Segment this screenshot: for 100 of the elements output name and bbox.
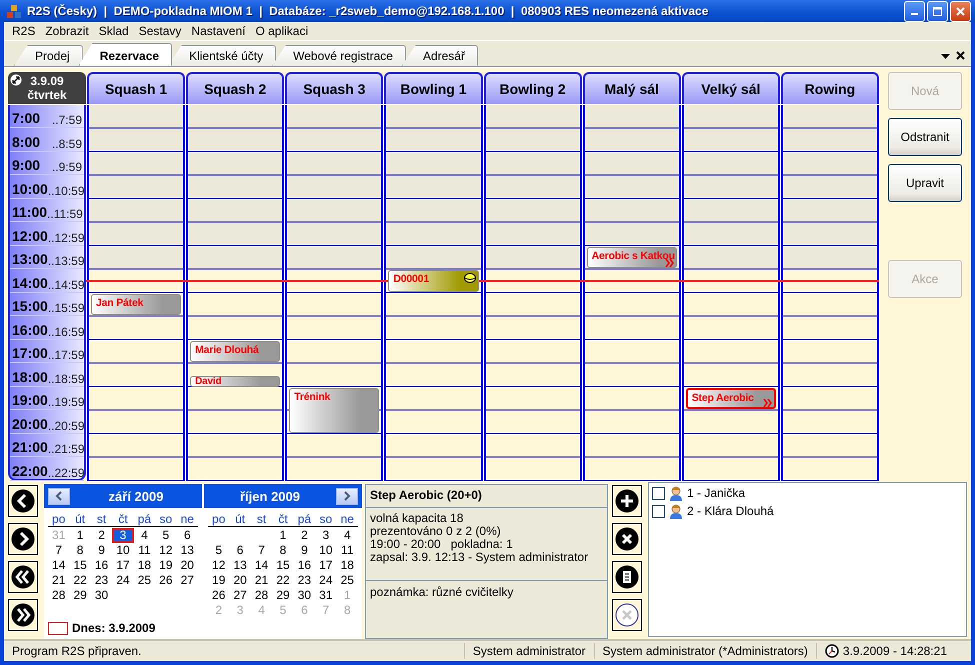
- maximize-button[interactable]: [927, 0, 948, 22]
- menu-item[interactable]: Sestavy: [134, 24, 186, 38]
- next-button[interactable]: [8, 523, 38, 556]
- calendar-day[interactable]: 15: [69, 558, 91, 574]
- menu-item[interactable]: Nastavení: [186, 24, 250, 38]
- calendar-day[interactable]: 9: [294, 543, 316, 558]
- calendar-day[interactable]: 7: [48, 543, 70, 558]
- status-clock: 3.9.2009 - 14:28:21: [842, 643, 947, 660]
- today-link[interactable]: Dnes: 3.9.2009: [72, 621, 156, 636]
- calendar-day[interactable]: 19: [155, 558, 177, 574]
- fast-forward-button[interactable]: [8, 599, 38, 632]
- calendar-day[interactable]: 8: [272, 543, 294, 558]
- calendar-day[interactable]: 15: [272, 558, 294, 574]
- calendar-day[interactable]: 14: [250, 558, 272, 574]
- calendar-day[interactable]: 5: [208, 543, 230, 558]
- tab[interactable]: Rezervace: [78, 42, 172, 66]
- calendar-day[interactable]: 18: [336, 558, 358, 574]
- tab[interactable]: Adresář: [402, 44, 478, 66]
- column-header: Squash 2: [186, 72, 284, 104]
- previous-month-button[interactable]: [48, 488, 70, 505]
- calendar-day[interactable]: 10: [315, 543, 337, 558]
- menu-item[interactable]: R2S: [7, 24, 40, 38]
- document-button[interactable]: [612, 561, 642, 594]
- calendar-day[interactable]: 21: [250, 573, 272, 588]
- calendar-day[interactable]: 3: [315, 528, 337, 544]
- add-button[interactable]: [612, 485, 642, 518]
- calendar-day[interactable]: 26: [155, 573, 177, 588]
- calendar-day[interactable]: 29: [272, 588, 294, 604]
- calendar-day[interactable]: 10: [112, 543, 134, 558]
- calendar-day[interactable]: 30: [90, 588, 112, 604]
- calendar-day[interactable]: 23: [90, 573, 112, 588]
- calendar-day[interactable]: 23: [294, 573, 316, 588]
- calendar-day[interactable]: 1: [69, 528, 91, 544]
- attendee-name[interactable]: 2 - Klára Dlouhá: [687, 504, 774, 518]
- calendar-day[interactable]: 6: [176, 528, 198, 544]
- tab[interactable]: Webové registrace: [272, 44, 406, 66]
- close-icon[interactable]: [956, 50, 965, 60]
- calendar-day[interactable]: 11: [134, 543, 156, 558]
- calendar-day[interactable]: 6: [229, 543, 251, 558]
- calendar-day[interactable]: 19: [208, 573, 230, 588]
- calendar-day[interactable]: 4: [336, 528, 358, 544]
- calendar-day[interactable]: 18: [134, 558, 156, 574]
- calendar-day[interactable]: 11: [336, 543, 358, 558]
- calendar-day[interactable]: 17: [315, 558, 337, 574]
- calendar-day[interactable]: 27: [176, 573, 198, 588]
- calendar-day[interactable]: 16: [294, 558, 316, 574]
- rewind-button[interactable]: [8, 561, 38, 594]
- previous-button[interactable]: [8, 485, 38, 518]
- calendar-day[interactable]: 30: [294, 588, 316, 604]
- calendar-day[interactable]: 8: [69, 543, 91, 558]
- column-header: Squash 3: [285, 72, 384, 104]
- attendee-name[interactable]: 1 - Janička: [687, 486, 746, 500]
- calendar-day[interactable]: 13: [176, 543, 198, 558]
- calendar-day[interactable]: 12: [155, 543, 177, 558]
- maximize-icon: [933, 6, 942, 16]
- hour-label: 18:00: [12, 368, 48, 386]
- calendar-day[interactable]: 20: [176, 558, 198, 574]
- menu-item[interactable]: Sklad: [94, 24, 134, 38]
- menu-item[interactable]: O aplikaci: [250, 24, 314, 38]
- minimize-button[interactable]: [904, 0, 925, 22]
- calendar-day[interactable]: 2: [90, 528, 112, 544]
- hour-label: 13:00: [12, 250, 48, 268]
- menu-item[interactable]: Zobrazit: [40, 24, 94, 38]
- close-button[interactable]: [950, 0, 971, 22]
- calendar-day[interactable]: 9: [90, 543, 112, 558]
- calendar-day[interactable]: 26: [208, 588, 230, 604]
- next-month-button[interactable]: [336, 488, 358, 505]
- checkbox[interactable]: [652, 486, 665, 500]
- calendar-day[interactable]: 16: [90, 558, 112, 574]
- calendar-day[interactable]: 22: [69, 573, 91, 588]
- tab[interactable]: Prodej: [14, 44, 83, 66]
- calendar-day[interactable]: 22: [272, 573, 294, 588]
- checkbox[interactable]: [652, 504, 665, 518]
- calendar-day[interactable]: 29: [69, 588, 91, 604]
- calendar-day[interactable]: 1: [272, 528, 294, 544]
- calendar-day[interactable]: 24: [112, 573, 134, 588]
- calendar-day[interactable]: 24: [315, 573, 337, 588]
- calendar-day[interactable]: 13: [229, 558, 251, 574]
- calendar-day[interactable]: 20: [229, 573, 251, 588]
- calendar-day[interactable]: 14: [48, 558, 70, 574]
- caret-icon[interactable]: [941, 54, 950, 60]
- calendar-day[interactable]: 4: [134, 528, 156, 544]
- calendar-day[interactable]: 27: [229, 588, 251, 604]
- action-button[interactable]: Upravit: [888, 164, 962, 202]
- calendar-day[interactable]: 28: [48, 588, 70, 604]
- calendar-day[interactable]: 2: [294, 528, 316, 544]
- calendar-day[interactable]: 21: [48, 573, 70, 588]
- remove-button[interactable]: [612, 523, 642, 556]
- calendar-day[interactable]: 5: [155, 528, 177, 544]
- expand-icon[interactable]: [10, 74, 22, 86]
- calendar-day[interactable]: 7: [250, 543, 272, 558]
- calendar-day[interactable]: 12: [208, 558, 230, 574]
- calendar-day[interactable]: 25: [134, 573, 156, 588]
- calendar-day[interactable]: 25: [336, 573, 358, 588]
- calendar-day[interactable]: 3: [112, 528, 134, 544]
- calendar-day[interactable]: 31: [315, 588, 337, 604]
- coin-icon: [464, 273, 476, 284]
- action-button[interactable]: Odstranit: [888, 118, 962, 156]
- calendar-day[interactable]: 17: [112, 558, 134, 574]
- calendar-day[interactable]: 28: [250, 588, 272, 604]
